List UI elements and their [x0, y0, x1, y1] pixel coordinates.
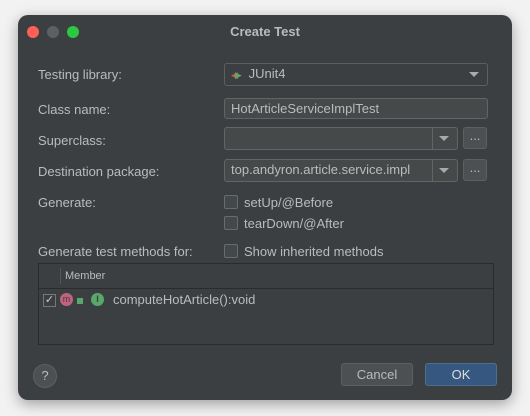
chevron-down-icon	[469, 72, 479, 77]
show-inherited-checkbox[interactable]	[224, 244, 238, 258]
member-checkbox[interactable]: ✓	[43, 294, 56, 307]
teardown-label: tearDown/@After	[244, 216, 344, 231]
teardown-checkbox[interactable]	[224, 216, 238, 230]
testing-library-value: JUnit4	[248, 66, 286, 81]
testing-library-label: Testing library:	[38, 67, 122, 82]
chevron-down-icon[interactable]	[439, 136, 449, 141]
member-name: computeHotArticle():void	[113, 292, 256, 307]
help-button[interactable]: ?	[33, 364, 57, 388]
class-name-input[interactable]: HotArticleServiceImplTest	[224, 98, 488, 119]
cancel-button[interactable]: Cancel	[341, 363, 413, 386]
setup-checkbox[interactable]	[224, 195, 238, 209]
superclass-combo[interactable]	[224, 127, 458, 150]
class-name-label: Class name:	[38, 102, 111, 117]
method-icon: m	[60, 293, 73, 306]
dialog-title: Create Test	[230, 24, 300, 39]
show-inherited-label: Show inherited methods	[244, 244, 384, 259]
setup-label: setUp/@Before	[244, 195, 334, 210]
table-header: Member	[39, 264, 493, 289]
chevron-down-icon[interactable]	[439, 168, 449, 173]
junit-icon: ◀▶	[231, 70, 242, 80]
destination-package-combo[interactable]: top.andyron.article.service.impl	[224, 159, 458, 182]
implements-icon: I	[91, 293, 104, 306]
member-column-header[interactable]: Member	[65, 270, 105, 282]
generate-label: Generate:	[38, 195, 96, 210]
destination-package-value: top.andyron.article.service.impl	[231, 162, 411, 177]
members-table: Member ✓ m I computeHotArticle():void	[38, 263, 494, 345]
table-row[interactable]: ✓ m I computeHotArticle():void	[39, 289, 493, 311]
testing-library-select[interactable]: ◀▶ JUnit4	[224, 63, 488, 86]
public-lock-icon	[77, 298, 83, 304]
destination-package-label: Destination package:	[38, 164, 160, 179]
superclass-browse-button[interactable]: ...	[463, 127, 487, 149]
ok-button[interactable]: OK	[425, 363, 497, 386]
destination-package-browse-button[interactable]: ...	[463, 159, 487, 181]
methods-label: Generate test methods for:	[38, 244, 193, 259]
superclass-label: Superclass:	[38, 133, 106, 148]
create-test-dialog: Create Test Testing library: ◀▶ JUnit4 C…	[18, 15, 512, 400]
